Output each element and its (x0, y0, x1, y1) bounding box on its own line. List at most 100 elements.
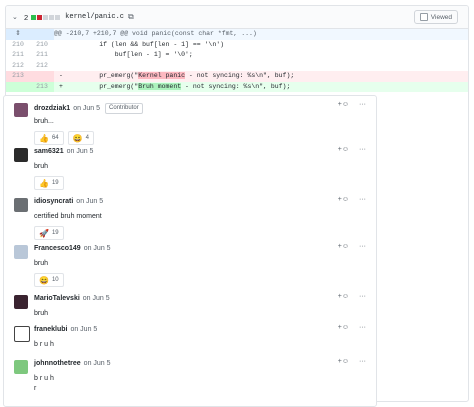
comment-date[interactable]: on Jun 5 (70, 326, 97, 333)
comment-meta: franeklubi on Jun 5 (34, 326, 97, 333)
file-header: ⌄ 2 kernel/panic.c ⧉ Viewed (6, 6, 468, 29)
changed-word: Bruh moment (138, 82, 182, 90)
change-count: 2 (24, 12, 29, 22)
comment-date[interactable]: on Jun 5 (84, 245, 111, 252)
review-comment: idiosyncrati on Jun 5 certified bruh momen… (4, 196, 376, 240)
smiley-icon[interactable]: +☺ (338, 324, 349, 331)
comment-date[interactable]: on Jun 5 (84, 360, 111, 367)
comment-body: bruh (34, 309, 48, 319)
reactions: 😄 10 (34, 273, 64, 287)
avatar[interactable] (14, 360, 28, 374)
smiley-icon[interactable]: +☺ (338, 101, 349, 108)
copy-icon[interactable]: ⧉ (128, 12, 134, 22)
comment-text: b r u h (34, 341, 54, 348)
smiley-icon[interactable]: +☺ (338, 293, 349, 300)
avatar[interactable] (14, 103, 28, 117)
old-line-number[interactable]: 211 (6, 50, 30, 61)
comment-date[interactable]: on Jun 5 (73, 105, 100, 112)
reactions: 🚀 19 (34, 226, 64, 240)
smiley-icon[interactable]: +☺ (338, 146, 349, 153)
file-name[interactable]: kernel/panic.c (65, 13, 124, 21)
avatar[interactable] (14, 295, 28, 309)
diffstat-neutral (49, 14, 55, 20)
diff-line: 211 211 buf[len - 1] = '\0'; (6, 50, 468, 61)
comment-author[interactable]: Francesco149 (34, 245, 81, 252)
old-line-number[interactable]: 212 (6, 61, 30, 72)
review-comment: Francesco149 on Jun 5 bruh +☺ ··· 😄 10 (4, 243, 376, 287)
old-line-number[interactable] (6, 81, 30, 92)
reaction-emoji-icon: 👍 (39, 133, 49, 143)
hunk-text: @@ -210,7 +210,7 @@ void panic(const cha… (54, 29, 468, 40)
diff-marker: - (54, 71, 68, 82)
new-line-number[interactable]: 210 (30, 40, 54, 51)
checkbox-icon (419, 13, 428, 21)
new-line-number[interactable]: 213 (30, 81, 54, 92)
comment-text: bruh (34, 310, 49, 317)
comment-actions: +☺ ··· (338, 324, 366, 331)
comment-text: bruh (34, 163, 49, 170)
viewed-button[interactable]: Viewed (413, 10, 458, 24)
new-line-number[interactable]: 212 (30, 61, 54, 72)
reaction-button[interactable]: 👍 19 (34, 176, 64, 190)
comment-meta: sam6321 on Jun 5 (34, 148, 93, 155)
comment-author[interactable]: drozdziak1 (34, 105, 70, 112)
reaction-count: 10 (51, 277, 59, 283)
diff-marker (54, 40, 68, 51)
kebab-icon[interactable]: ··· (359, 243, 366, 250)
comment-meta: johnnothetree on Jun 5 (34, 360, 111, 367)
reaction-button[interactable]: 👍 64 (34, 131, 64, 145)
reactions: 👍 19 (34, 176, 64, 190)
review-comment: drozdziak1 on Jun 5 Contributor bruh... +☺ ··… (4, 101, 376, 145)
kebab-icon[interactable]: ··· (359, 146, 366, 153)
reaction-count: 19 (51, 180, 59, 186)
viewed-label: Viewed (430, 13, 452, 21)
new-line-number[interactable] (30, 71, 54, 82)
kebab-icon[interactable]: ··· (359, 324, 366, 331)
old-line-number[interactable]: 213 (6, 71, 30, 82)
reaction-count: 4 (85, 135, 89, 141)
comment-meta: Francesco149 on Jun 5 (34, 245, 111, 252)
kebab-icon[interactable]: ··· (359, 196, 366, 203)
comment-author[interactable]: MarioTalevski (34, 295, 80, 302)
line-number (30, 29, 54, 40)
avatar[interactable] (14, 148, 28, 162)
comment-meta: drozdziak1 on Jun 5 Contributor (34, 103, 143, 114)
code-text: if (len && buf[len - 1] == '\n') (68, 40, 225, 48)
avatar[interactable] (14, 198, 28, 212)
diff-marker (54, 61, 68, 72)
reaction-button[interactable]: 😄 10 (34, 273, 64, 287)
expand-icon[interactable]: ⇕ (6, 29, 30, 40)
comment-date[interactable]: on Jun 5 (76, 198, 103, 205)
comment-thread: drozdziak1 on Jun 5 Contributor bruh... +☺ ··… (3, 95, 377, 407)
reaction-emoji-icon: 🚀 (39, 228, 49, 238)
comment-date[interactable]: on Jun 5 (67, 148, 94, 155)
new-line-number[interactable]: 211 (30, 50, 54, 61)
reaction-emoji-icon: 😄 (39, 275, 49, 285)
smiley-icon[interactable]: +☺ (338, 358, 349, 365)
comment-text: bruh (34, 260, 49, 267)
diff-line: 212 212 (6, 61, 468, 72)
avatar[interactable] (14, 245, 28, 259)
avatar[interactable] (14, 326, 30, 342)
kebab-icon[interactable]: ··· (359, 358, 366, 365)
smiley-icon[interactable]: +☺ (338, 243, 349, 250)
comment-author[interactable]: idiosyncrati (34, 198, 73, 205)
diff-line: 213 + pr_emerg("Bruh moment - not syncing… (6, 81, 468, 92)
comment-body: b r u h r (34, 374, 54, 394)
comment-actions: +☺ ··· (338, 146, 366, 153)
kebab-icon[interactable]: ··· (359, 101, 366, 108)
comment-author[interactable]: johnnothetree (34, 360, 81, 367)
reaction-button[interactable]: 🚀 19 (34, 226, 64, 240)
comment-author[interactable]: sam6321 (34, 148, 64, 155)
comment-actions: +☺ ··· (338, 358, 366, 365)
smiley-icon[interactable]: +☺ (338, 196, 349, 203)
reactions: 👍 64 😄 4 (34, 131, 94, 145)
comment-meta: idiosyncrati on Jun 5 (34, 198, 103, 205)
comment-author[interactable]: franeklubi (34, 326, 67, 333)
kebab-icon[interactable]: ··· (359, 293, 366, 300)
diff-marker (54, 50, 68, 61)
reaction-button[interactable]: 😄 4 (67, 131, 94, 145)
chevron-down-icon[interactable]: ⌄ (12, 13, 20, 21)
old-line-number[interactable]: 210 (6, 40, 30, 51)
comment-date[interactable]: on Jun 5 (83, 295, 110, 302)
